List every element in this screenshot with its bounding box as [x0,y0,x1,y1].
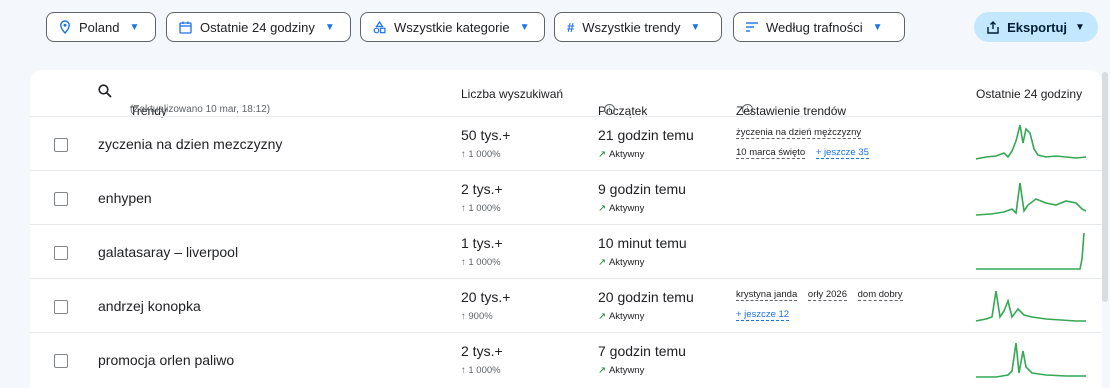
search-icon[interactable] [98,84,112,101]
chevron-down-icon: ▼ [129,21,140,33]
trending-up-icon: ↗ [598,311,606,322]
location-pin-icon [59,20,71,34]
category-filter-label: Wszystkie kategorie [394,19,510,35]
search-volume: 50 tys.+ [461,127,511,143]
calendar-icon [179,21,192,34]
start-time: 7 godzin temu [598,343,686,359]
more-link[interactable]: + jeszcze 12 [736,309,790,321]
category-filter[interactable]: Wszystkie kategorie ▼ [360,12,545,42]
search-volume: 2 tys.+ [461,343,503,359]
trend-term[interactable]: enhypen [98,190,152,206]
trending-up-icon: ↗ [598,203,606,214]
sparkline-chart [976,342,1086,378]
time-filter-label: Ostatnie 24 godziny [200,19,315,35]
sort-filter[interactable]: Według trafności ▼ [733,12,905,42]
table-row[interactable]: promocja orlen paliwo 2 tys.+ ↑ 1 000% 7… [30,332,1102,386]
export-button[interactable]: Eksportuj ▼ [974,12,1098,42]
sort-icon [746,22,758,32]
chevron-down-icon: ▼ [1075,21,1085,33]
trends-filter-label: Wszystkie trendy [582,19,681,35]
chevron-down-icon: ▼ [690,21,701,33]
search-volume: 2 tys.+ [461,181,503,197]
chevron-down-icon: ▼ [519,21,530,33]
volume-change: ↑ 1 000% [461,257,501,268]
start-time: 10 minut temu [598,235,687,251]
breakdown-term[interactable]: życzenia na dzień mężczyzny [736,127,862,139]
last24-column-header: Ostatnie 24 godziny [976,87,1083,101]
breakdown-term[interactable]: dom dobry [857,289,903,301]
volume-change: ↑ 1 000% [461,203,501,214]
sparkline-chart [976,290,1086,322]
search-volume: 1 tys.+ [461,235,503,251]
info-icon[interactable]: i [604,104,615,115]
start-time: 9 godzin temu [598,181,686,197]
sparkline-chart [976,124,1086,160]
breakdown-line-2: 10 marca święto + jeszcze 35 [736,147,869,159]
status-badge: ↗ Aktywny [598,149,645,160]
start-time: 21 godzin temu [598,127,694,143]
trend-term[interactable]: promocja orlen paliwo [98,352,234,368]
sparkline-chart [976,182,1086,216]
row-checkbox[interactable] [54,246,68,260]
chevron-down-icon: ▼ [872,21,883,33]
start-time: 20 godzin temu [598,289,694,305]
table-row[interactable]: zyczenia na dzien mezczyzny 50 tys.+ ↑ 1… [30,116,1102,170]
row-checkbox[interactable] [54,300,68,314]
status-badge: ↗ Aktywny [598,257,645,268]
row-checkbox[interactable] [54,192,68,206]
table-row[interactable]: enhypen 2 tys.+ ↑ 1 000% 9 godzin temu ↗… [30,170,1102,224]
sort-filter-label: Według trafności [766,19,863,35]
more-link[interactable]: + jeszcze 35 [815,147,869,159]
status-badge: ↗ Aktywny [598,365,645,376]
trends-table: Trendy (Zaktualizowano 10 mar, 18:12) Li… [30,70,1102,388]
table-row[interactable]: galatasaray – liverpool 1 tys.+ ↑ 1 000%… [30,224,1102,278]
row-checkbox[interactable] [54,354,68,368]
trending-up-icon: ↗ [598,149,606,160]
trends-filter[interactable]: # Wszystkie trendy ▼ [554,12,722,42]
breakdown-line-1: krystyna janda orły 2026 dom dobry [736,289,911,301]
volume-change: ↑ 1 000% [461,149,501,160]
breakdown-line-2: + jeszcze 12 [736,309,790,321]
status-badge: ↗ Aktywny [598,311,645,322]
trending-up-icon: ↗ [598,365,606,376]
filter-bar: Poland ▼ Ostatnie 24 godziny ▼ Wszystkie… [0,0,1110,56]
volume-change: ↑ 900% [461,311,493,322]
trend-term[interactable]: andrzej konopka [98,298,201,314]
volume-change: ↑ 1 000% [461,365,501,376]
category-icon [373,20,386,34]
search-volume: 20 tys.+ [461,289,511,305]
table-header: Trendy (Zaktualizowano 10 mar, 18:12) Li… [30,70,1102,118]
trend-term[interactable]: zyczenia na dzien mezczyzny [98,136,282,152]
status-badge: ↗ Aktywny [598,203,645,214]
breakdown-term[interactable]: krystyna janda [736,289,798,301]
sparkline-chart [976,232,1085,270]
updated-timestamp: (Zaktualizowano 10 mar, 18:12) [130,104,271,115]
info-icon[interactable]: i [742,104,753,115]
export-icon [987,20,999,34]
breakdown-term[interactable]: 10 marca święto [736,147,806,159]
breakdown-term[interactable]: orły 2026 [807,289,847,301]
trend-term[interactable]: galatasaray – liverpool [98,244,238,260]
hashtag-icon: # [567,19,575,35]
chevron-down-icon: ▼ [324,21,335,33]
export-label: Eksportuj [1007,19,1068,35]
trending-up-icon: ↗ [598,257,606,268]
scrollbar[interactable] [1102,72,1108,302]
time-filter[interactable]: Ostatnie 24 godziny ▼ [166,12,351,42]
volume-column-header[interactable]: Liczba wyszukiwań [461,87,563,101]
country-filter-label: Poland [79,19,120,35]
country-filter[interactable]: Poland ▼ [46,12,156,42]
table-row[interactable]: andrzej konopka 20 tys.+ ↑ 900% 20 godzi… [30,278,1102,332]
breakdown-line-1: życzenia na dzień mężczyzny [736,127,869,139]
row-checkbox[interactable] [54,138,68,152]
